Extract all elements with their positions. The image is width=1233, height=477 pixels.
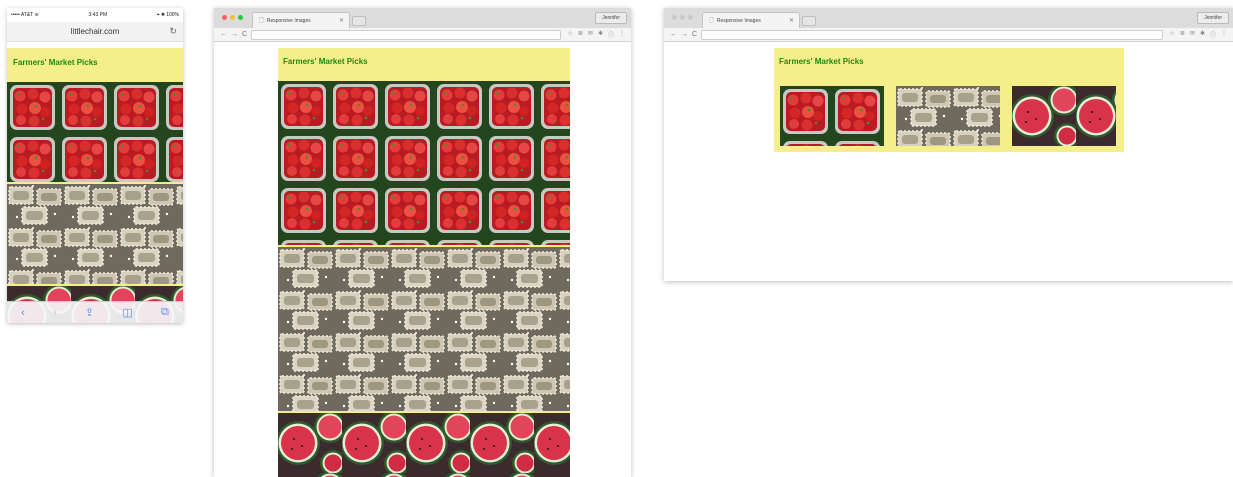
- close-window-icon[interactable]: [222, 15, 227, 20]
- extension-icons: ☆ ≣ ✉ ✱ ⓘ ⋮: [568, 30, 626, 39]
- phone-status-bar: ••••• AT&T ≋ 3:43 PM ⌖ ✱ 100%: [7, 8, 183, 22]
- page-icon: 🗋: [709, 17, 714, 24]
- menu-icon[interactable]: ⋮: [1221, 30, 1227, 39]
- reader-icon[interactable]: ≣: [1180, 30, 1185, 39]
- address-bar[interactable]: [251, 29, 561, 40]
- phone-address-bar[interactable]: littlechair.com ↻: [7, 22, 183, 42]
- profile-button[interactable]: Jennifer: [1197, 12, 1229, 24]
- minimize-window-icon[interactable]: [680, 15, 685, 20]
- mail-icon[interactable]: ✉: [588, 30, 593, 39]
- back-icon[interactable]: ‹: [21, 307, 25, 319]
- star-icon[interactable]: ☆: [568, 30, 573, 39]
- menu-icon[interactable]: ⋮: [619, 30, 625, 39]
- new-tab-button[interactable]: [352, 16, 366, 26]
- watermelon-photo: [278, 411, 570, 477]
- window-controls: [672, 15, 693, 20]
- reload-icon[interactable]: C: [692, 31, 697, 38]
- extension-icons: ☆ ≣ ✉ ✱ ⓘ ⋮: [1170, 30, 1228, 39]
- watermelon-photo: [1012, 86, 1116, 146]
- zoom-window-icon[interactable]: [238, 15, 243, 20]
- extension-icon[interactable]: ✱: [1200, 30, 1205, 39]
- close-tab-icon[interactable]: ✕: [339, 17, 344, 24]
- info-icon[interactable]: ⓘ: [608, 30, 614, 39]
- tab-responsive-images[interactable]: 🗋 Responsive Images ✕: [702, 12, 800, 28]
- tab-title: Responsive Images: [266, 17, 311, 24]
- extension-icon[interactable]: ✱: [598, 30, 603, 39]
- tab-responsive-images[interactable]: 🗋 Responsive Images ✕: [252, 12, 350, 28]
- carrier-signal: ••••• AT&T ≋: [11, 12, 39, 18]
- address-bar[interactable]: [701, 29, 1163, 40]
- ravioli-photo: [7, 182, 183, 284]
- tab-strip: 🗋 Responsive Images ✕ Jennifer: [664, 8, 1233, 28]
- site-card: Farmers' Market Picks: [774, 48, 1124, 152]
- reload-icon[interactable]: C: [242, 31, 247, 38]
- close-tab-icon[interactable]: ✕: [789, 17, 794, 24]
- toolbar: ← → C ☆ ≣ ✉ ✱ ⓘ ⋮: [214, 28, 631, 42]
- phone-frame: ••••• AT&T ≋ 3:43 PM ⌖ ✱ 100% littlechai…: [7, 8, 183, 323]
- browser-window-wide: 🗋 Responsive Images ✕ Jennifer ← → C ☆ ≣…: [664, 8, 1233, 281]
- site-card: Farmers' Market Picks: [7, 48, 183, 323]
- strawberries-photo: [278, 81, 570, 245]
- status-time: 3:43 PM: [88, 12, 108, 18]
- tab-strip: 🗋 Responsive Images ✕ Jennifer: [214, 8, 631, 28]
- zoom-window-icon[interactable]: [688, 15, 693, 20]
- tab-title: Responsive Images: [716, 17, 761, 24]
- forward-arrow-icon[interactable]: →: [681, 31, 688, 38]
- close-window-icon[interactable]: [672, 15, 677, 20]
- site-card: Farmers' Market Picks: [278, 48, 570, 477]
- forward-icon[interactable]: ›: [53, 307, 57, 319]
- toolbar: ← → C ☆ ≣ ✉ ✱ ⓘ ⋮: [664, 28, 1233, 42]
- mail-icon[interactable]: ✉: [1190, 30, 1195, 39]
- browser-window-medium: 🗋 Responsive Images ✕ Jennifer ← → C ☆ ≣…: [214, 8, 631, 477]
- profile-button[interactable]: Jennifer: [595, 12, 627, 24]
- bookmarks-icon[interactable]: ◫: [122, 306, 132, 319]
- phone-bottom-toolbar: ‹ › ⇪ ◫ ⧉: [7, 301, 183, 323]
- reader-icon[interactable]: ≣: [578, 30, 583, 39]
- share-icon[interactable]: ⇪: [85, 306, 94, 319]
- tabs-icon[interactable]: ⧉: [161, 306, 169, 319]
- phone-url[interactable]: littlechair.com: [71, 27, 119, 36]
- page-icon: 🗋: [259, 17, 264, 24]
- window-controls: [222, 15, 243, 20]
- battery-status: ⌖ ✱ 100%: [156, 12, 179, 18]
- photo-row: [774, 86, 1124, 146]
- reload-icon[interactable]: ↻: [169, 26, 177, 37]
- page-title: Farmers' Market Picks: [13, 58, 98, 67]
- strawberries-photo: [7, 82, 183, 182]
- info-icon[interactable]: ⓘ: [1210, 30, 1216, 39]
- ravioli-photo: [278, 245, 570, 411]
- star-icon[interactable]: ☆: [1170, 30, 1175, 39]
- back-arrow-icon[interactable]: ←: [670, 31, 677, 38]
- minimize-window-icon[interactable]: [230, 15, 235, 20]
- back-arrow-icon[interactable]: ←: [220, 31, 227, 38]
- forward-arrow-icon[interactable]: →: [231, 31, 238, 38]
- new-tab-button[interactable]: [802, 16, 816, 26]
- page-title: Farmers' Market Picks: [779, 57, 864, 66]
- page-title: Farmers' Market Picks: [283, 57, 368, 66]
- ravioli-photo: [896, 86, 1000, 146]
- strawberries-photo: [780, 86, 884, 146]
